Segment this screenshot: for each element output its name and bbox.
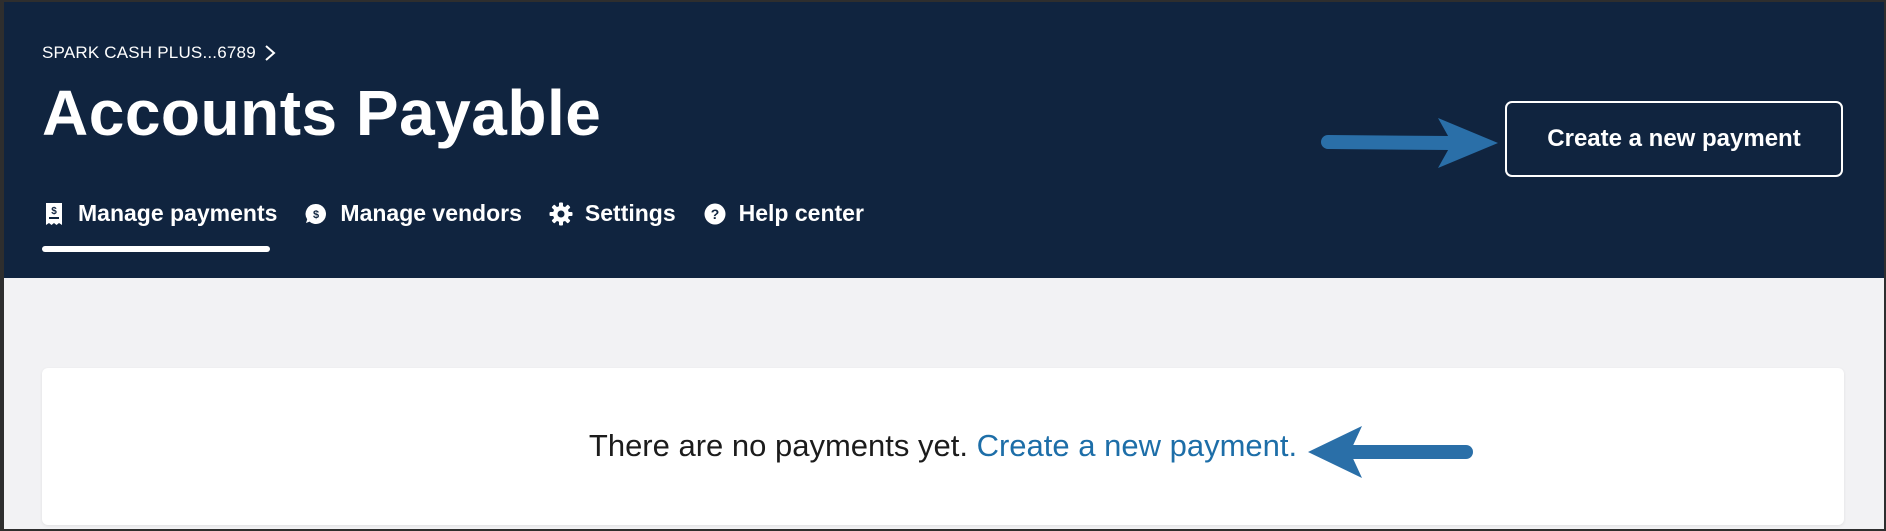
svg-text:$: $: [51, 206, 57, 217]
create-payment-button[interactable]: Create a new payment: [1505, 101, 1843, 177]
question-circle-icon: ?: [704, 203, 726, 224]
active-tab-indicator: [42, 246, 270, 252]
page-title: Accounts Payable: [42, 77, 602, 149]
svg-text:$: $: [313, 209, 319, 221]
tab-help-center-label: Help center: [738, 200, 864, 226]
payments-empty-card: There are no payments yet. Create a new …: [42, 368, 1844, 525]
receipt-dollar-icon: $: [46, 202, 62, 225]
tab-settings[interactable]: Settings: [549, 200, 676, 227]
nav-tabs: $ Manage payments $ Manage vendors Setti…: [42, 200, 864, 227]
breadcrumb[interactable]: SPARK CASH PLUS...6789: [42, 43, 276, 63]
tab-manage-vendors-label: Manage vendors: [340, 200, 522, 226]
annotation-arrow-left: [1308, 426, 1473, 478]
tab-manage-payments[interactable]: $ Manage payments: [42, 200, 277, 227]
chevron-right-icon: [265, 45, 276, 61]
tab-help-center[interactable]: ? Help center: [703, 200, 864, 227]
create-payment-link[interactable]: Create a new payment.: [977, 428, 1298, 463]
dollar-chat-icon: $: [306, 203, 327, 224]
tab-manage-payments-label: Manage payments: [78, 200, 278, 226]
empty-state-text: There are no payments yet.: [588, 428, 977, 463]
breadcrumb-account[interactable]: SPARK CASH PLUS...6789: [42, 43, 256, 63]
gear-icon: [549, 202, 573, 225]
empty-state-message: There are no payments yet. Create a new …: [42, 428, 1844, 464]
tab-settings-label: Settings: [584, 200, 676, 226]
tab-manage-vendors[interactable]: $ Manage vendors: [304, 200, 522, 227]
annotation-arrow-right: [1321, 118, 1498, 168]
svg-text:?: ?: [710, 206, 719, 222]
app-frame: SPARK CASH PLUS...6789 Accounts Payable …: [4, 2, 1884, 529]
page-header: SPARK CASH PLUS...6789 Accounts Payable …: [4, 2, 1884, 278]
